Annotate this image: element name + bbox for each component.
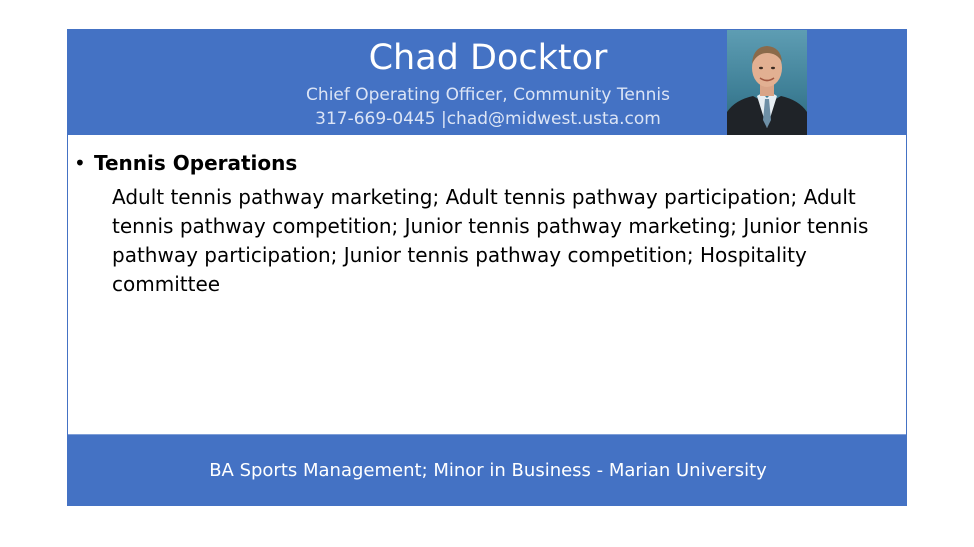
responsibilities-text: Adult tennis pathway marketing; Adult te… — [112, 185, 869, 296]
footer-banner: BA Sports Management; Minor in Business … — [68, 434, 906, 505]
header-banner: Chad Docktor Chief Operating Officer, Co… — [68, 30, 906, 135]
person-portrait-icon — [727, 30, 807, 135]
section-heading: Tennis Operations — [94, 151, 298, 175]
content-area: • Tennis Operations Adult tennis pathway… — [68, 135, 906, 434]
profile-slide: Chad Docktor Chief Operating Officer, Co… — [67, 29, 907, 506]
bullet-marker: • — [74, 151, 86, 175]
education-text: BA Sports Management; Minor in Business … — [209, 460, 767, 481]
